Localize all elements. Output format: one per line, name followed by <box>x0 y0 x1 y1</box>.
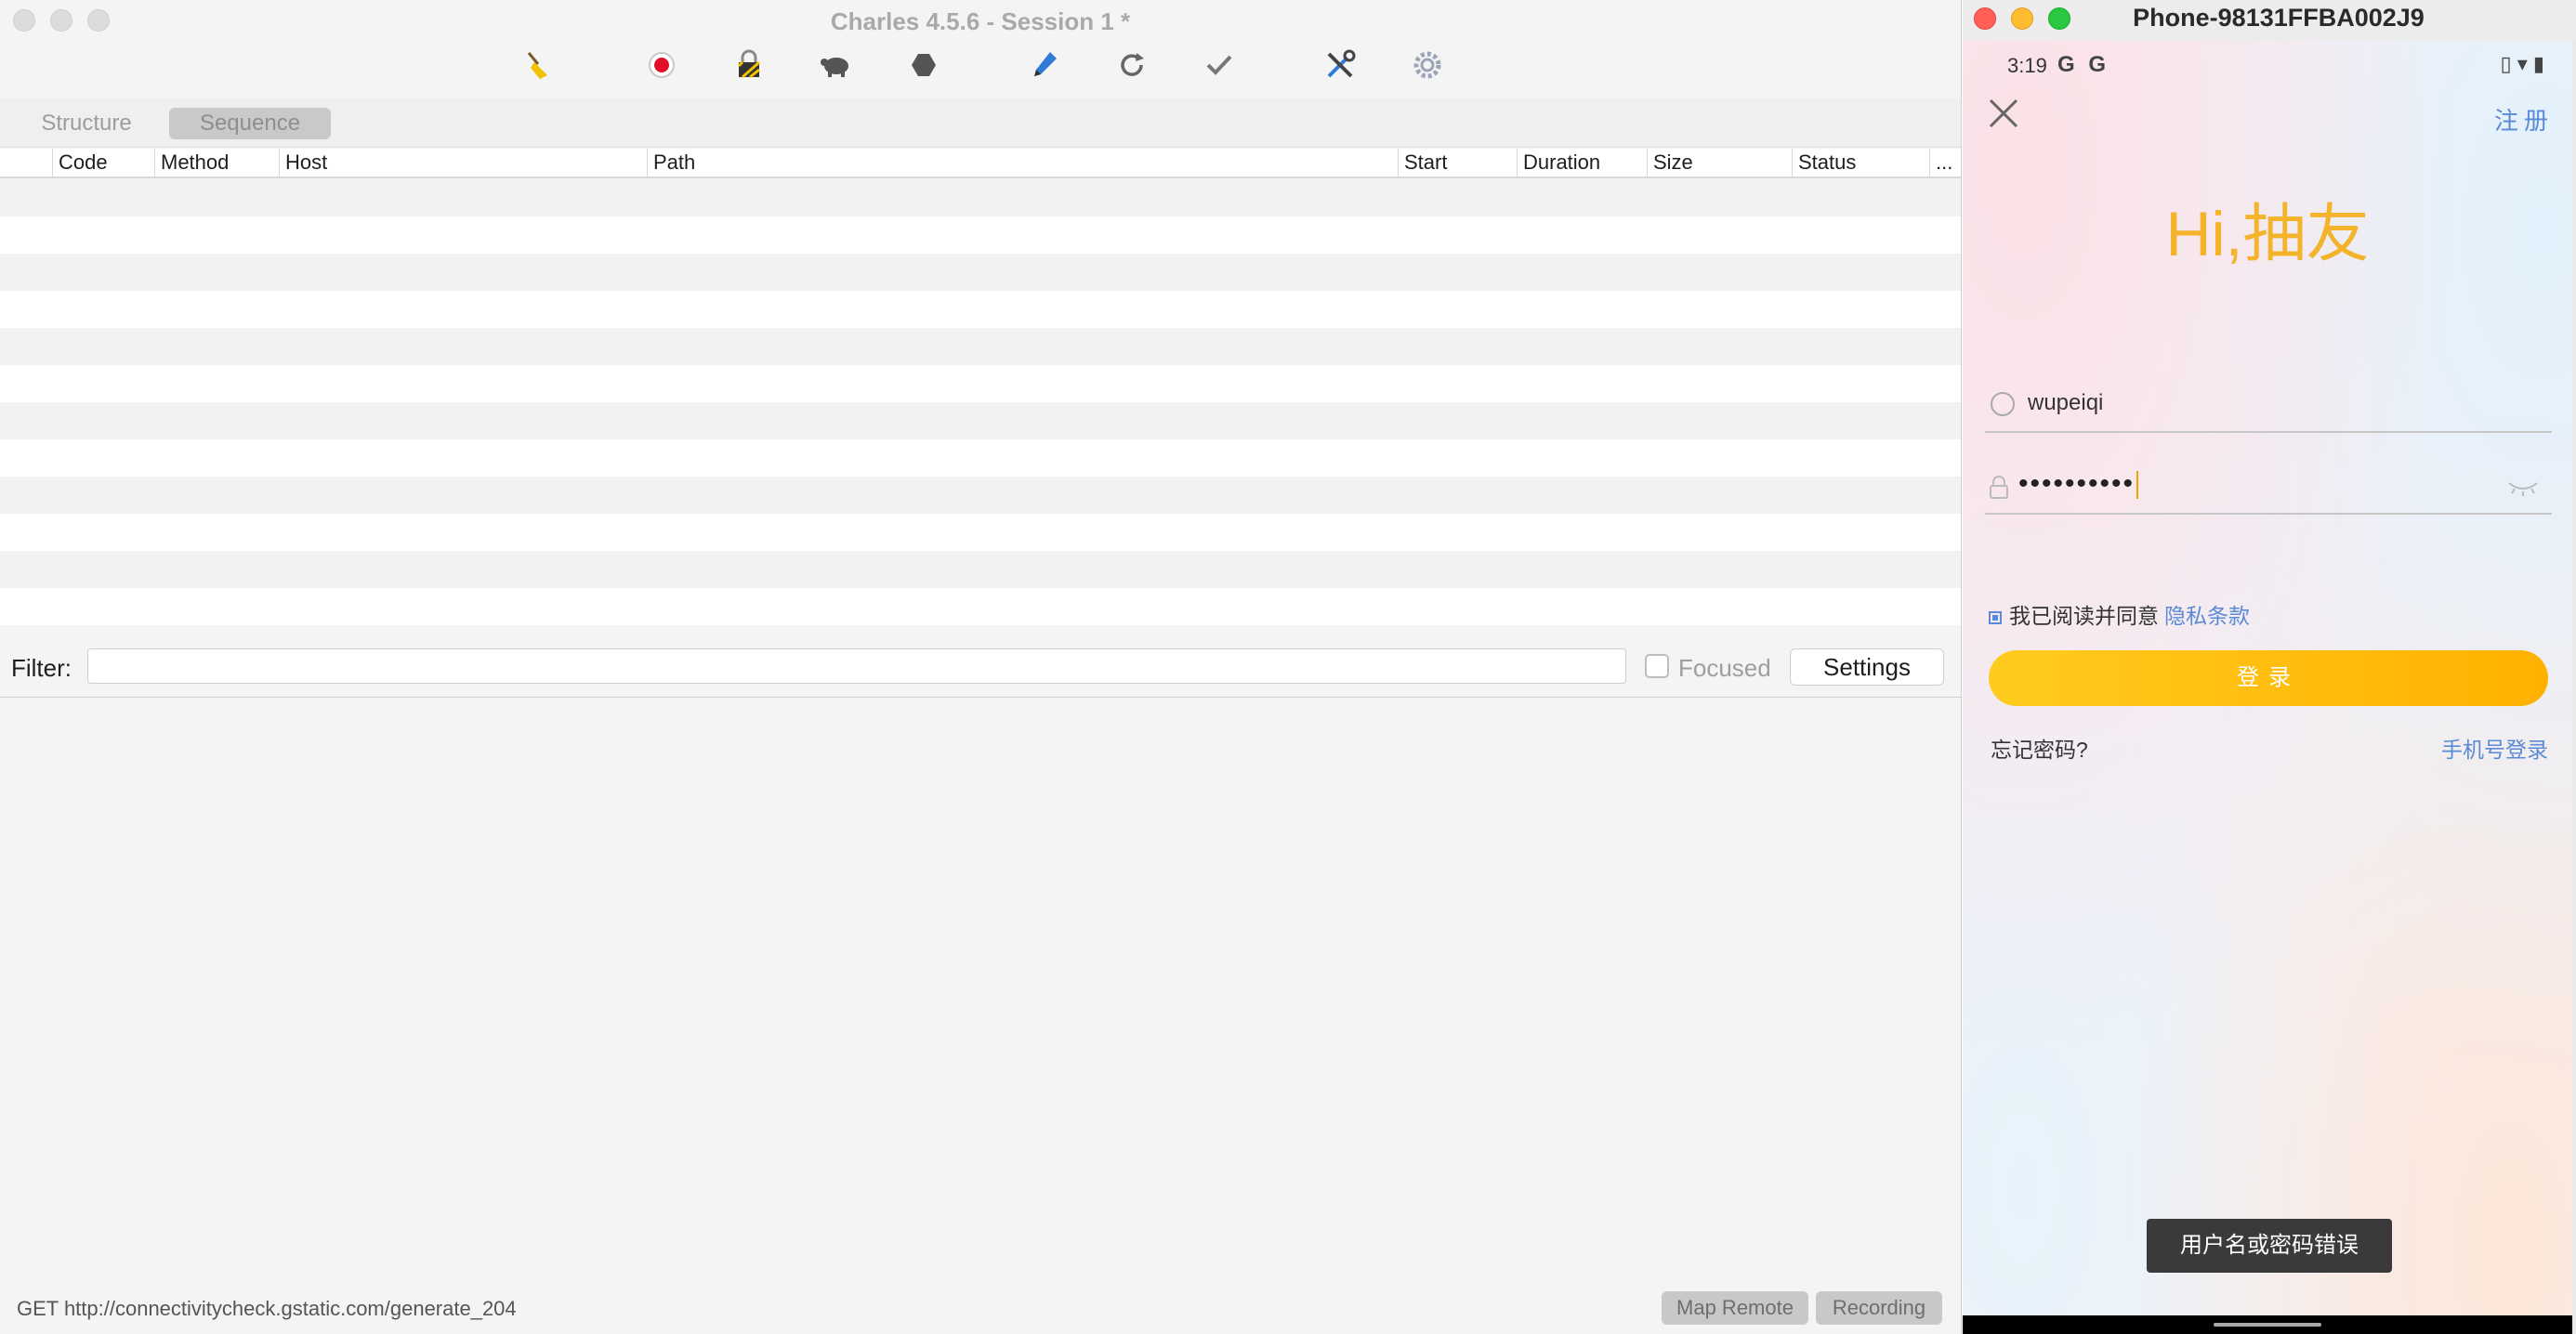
notification-icons: G G <box>2057 52 2110 77</box>
stop-hexagon-icon[interactable] <box>905 46 942 84</box>
forgot-password-link[interactable]: 忘记密码? <box>1991 732 2088 764</box>
agree-text: 我已阅读并同意 <box>2009 604 2159 628</box>
sequence-table-header: Code Method Host Path Start Duration Siz… <box>0 149 1961 178</box>
broom-icon[interactable] <box>520 46 558 84</box>
sequence-table-body[interactable] <box>0 179 1961 636</box>
turtle-icon[interactable] <box>818 46 855 84</box>
column-start[interactable]: Start <box>1398 149 1517 177</box>
username-field[interactable]: wupeiqi <box>1985 375 2552 433</box>
table-row <box>0 254 1961 291</box>
phone-window-title: Phone-98131FFBA002J9 <box>2133 4 2425 32</box>
column-code[interactable]: Code <box>52 149 154 177</box>
text-cursor <box>2136 471 2139 500</box>
password-field[interactable]: •••••••••• <box>1985 457 2552 515</box>
table-row <box>0 477 1961 514</box>
recording-button[interactable]: Recording <box>1816 1291 1942 1325</box>
tab-structure[interactable]: Structure <box>17 108 156 139</box>
view-tabs: Structure Sequence <box>0 98 1961 148</box>
status-time: 3:19 <box>2007 54 2047 77</box>
refresh-icon[interactable] <box>1113 46 1150 84</box>
table-row <box>0 291 1961 328</box>
filter-input[interactable] <box>87 648 1626 684</box>
close-icon[interactable] <box>1985 95 2022 132</box>
column-duration[interactable]: Duration <box>1517 149 1647 177</box>
nav-bar <box>1963 1315 2572 1334</box>
table-row <box>0 216 1961 254</box>
filter-bar: Filter: Focused Settings <box>0 641 1961 698</box>
agree-checkbox[interactable] <box>1989 610 2002 624</box>
password-mask: •••••••••• <box>2018 468 2136 499</box>
table-row <box>0 588 1961 625</box>
settings-button[interactable]: Settings <box>1790 648 1944 686</box>
gear-icon[interactable] <box>1409 46 1446 84</box>
column-size[interactable]: Size <box>1647 149 1792 177</box>
charles-window: Charles 4.5.6 - Session 1 * Structure Se… <box>0 0 1962 1334</box>
tab-sequence[interactable]: Sequence <box>169 108 331 139</box>
record-icon[interactable] <box>643 46 680 84</box>
table-row <box>0 551 1961 588</box>
register-link[interactable]: 注册 <box>2494 102 2554 137</box>
map-remote-button[interactable]: Map Remote <box>1662 1291 1808 1325</box>
window-title: Charles 4.5.6 - Session 1 * <box>830 7 1131 35</box>
phone-login-link[interactable]: 手机号登录 <box>2441 732 2548 764</box>
home-indicator[interactable] <box>2214 1323 2321 1327</box>
phone-window: Phone-98131FFBA002J9 3:19 G G ▯ ▾ ▮ 注册 H… <box>1963 0 2576 1334</box>
table-row <box>0 439 1961 477</box>
error-toast: 用户名或密码错误 <box>2147 1219 2392 1273</box>
table-row <box>0 328 1961 365</box>
title-bar: Charles 4.5.6 - Session 1 * <box>0 0 1961 45</box>
column-status[interactable]: Status <box>1792 149 1929 177</box>
agreement-row: 我已阅读并同意 隐私条款 <box>1989 598 2250 630</box>
table-row <box>0 402 1961 439</box>
column-method[interactable]: Method <box>154 149 279 177</box>
login-button[interactable]: 登录 <box>1989 650 2548 706</box>
password-value: •••••••••• <box>2018 468 2139 500</box>
lock-icon <box>1989 476 2009 500</box>
column-host[interactable]: Host <box>279 149 647 177</box>
greeting-title: Hi,抽友 <box>2165 199 2370 269</box>
table-row <box>0 365 1961 402</box>
status-text: GET http://connectivitycheck.gstatic.com… <box>17 1297 517 1320</box>
status-bar: GET http://connectivitycheck.gstatic.com… <box>0 1288 1961 1328</box>
table-row <box>0 179 1961 216</box>
focused-checkbox[interactable] <box>1645 654 1669 678</box>
check-icon[interactable] <box>1201 46 1238 84</box>
eye-closed-icon[interactable] <box>2507 479 2539 496</box>
phone-screen: 3:19 G G ▯ ▾ ▮ 注册 Hi,抽友 wupeiqi ••••••••… <box>1963 41 2572 1315</box>
lock-icon[interactable] <box>730 46 768 84</box>
focused-label[interactable]: Focused <box>1678 654 1771 683</box>
table-row <box>0 514 1961 551</box>
user-icon <box>1991 392 2015 416</box>
tools-icon[interactable] <box>1321 46 1359 84</box>
system-status-icons: ▯ ▾ ▮ <box>2500 52 2544 75</box>
column-path[interactable]: Path <box>647 149 1398 177</box>
privacy-link[interactable]: 隐私条款 <box>2164 604 2250 628</box>
username-value: wupeiqi <box>2028 390 2104 415</box>
pen-icon[interactable] <box>1026 46 1063 84</box>
phone-title-bar: Phone-98131FFBA002J9 <box>1963 0 2576 41</box>
filter-label: Filter: <box>11 654 72 682</box>
column-more[interactable]: ... <box>1929 149 1961 177</box>
